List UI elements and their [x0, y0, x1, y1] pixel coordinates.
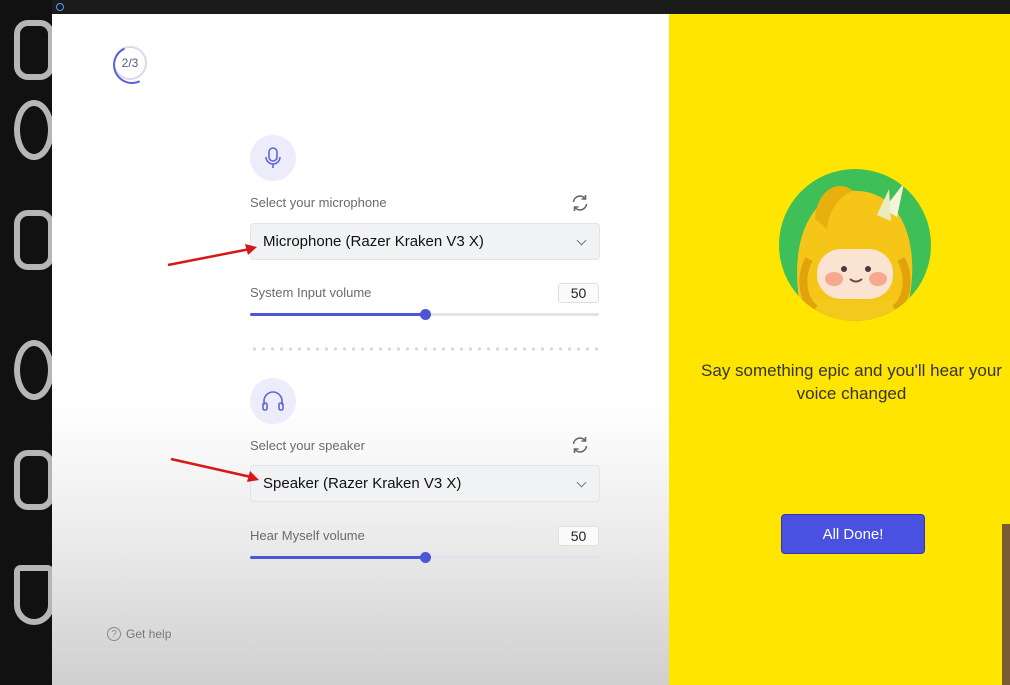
- setup-panel: 2/3 Select your microphone Microphone (R…: [52, 14, 669, 685]
- get-help-link[interactable]: ? Get help: [107, 627, 171, 641]
- speaker-refresh-button[interactable]: [569, 434, 591, 456]
- step-indicator: 2/3: [113, 46, 147, 80]
- background-shape: [14, 210, 52, 270]
- background-shape: [14, 450, 52, 510]
- speaker-select-value: Speaker (Razer Kraken V3 X): [263, 475, 462, 492]
- get-help-label: Get help: [126, 627, 172, 641]
- preview-panel: Say something epic and you'll hear your …: [669, 14, 1010, 685]
- window-top-bar: [0, 0, 1010, 14]
- microphone-select[interactable]: Microphone (Razer Kraken V3 X): [250, 223, 600, 260]
- app-icon: [56, 3, 64, 11]
- background-shape: [14, 565, 52, 625]
- annotation-arrow: [170, 457, 259, 482]
- input-volume-label: System Input volume: [250, 285, 372, 300]
- microphone-refresh-button[interactable]: [569, 192, 591, 214]
- headphones-icon: [262, 391, 284, 411]
- refresh-icon: [572, 195, 588, 211]
- voice-prompt-message: Say something epic and you'll hear your …: [701, 361, 1002, 403]
- microphone-badge: [250, 135, 296, 181]
- refresh-icon: [572, 437, 588, 453]
- background-strip: [0, 0, 52, 685]
- speaker-select-label: Select your speaker: [250, 438, 365, 453]
- hear-myself-volume-fill: [250, 556, 425, 559]
- background-edge: [1002, 524, 1010, 685]
- hear-myself-volume-value[interactable]: 50: [558, 526, 599, 546]
- input-volume-fill: [250, 313, 425, 316]
- all-done-button[interactable]: All Done!: [781, 514, 925, 554]
- input-volume-slider[interactable]: [250, 309, 599, 320]
- background-shape: [14, 20, 52, 80]
- hear-myself-volume-label: Hear Myself volume: [250, 528, 365, 543]
- help-icon: ?: [107, 627, 121, 641]
- speaker-badge: [250, 378, 296, 424]
- chevron-down-icon: [576, 477, 587, 488]
- character-illustration: [795, 183, 915, 321]
- character-avatar: [779, 169, 931, 321]
- chevron-down-icon: [576, 235, 587, 246]
- annotation-arrow: [167, 244, 257, 267]
- section-divider: [250, 347, 600, 351]
- microphone-icon: [265, 147, 281, 168]
- hear-myself-volume-slider[interactable]: [250, 552, 599, 563]
- microphone-select-label: Select your microphone: [250, 195, 387, 210]
- hear-myself-volume-thumb[interactable]: [419, 552, 431, 563]
- microphone-select-value: Microphone (Razer Kraken V3 X): [263, 233, 484, 250]
- background-shape: [14, 100, 52, 160]
- speaker-select[interactable]: Speaker (Razer Kraken V3 X): [250, 465, 600, 502]
- input-volume-thumb[interactable]: [419, 309, 431, 320]
- input-volume-value[interactable]: 50: [558, 283, 599, 303]
- background-shape: [14, 340, 52, 400]
